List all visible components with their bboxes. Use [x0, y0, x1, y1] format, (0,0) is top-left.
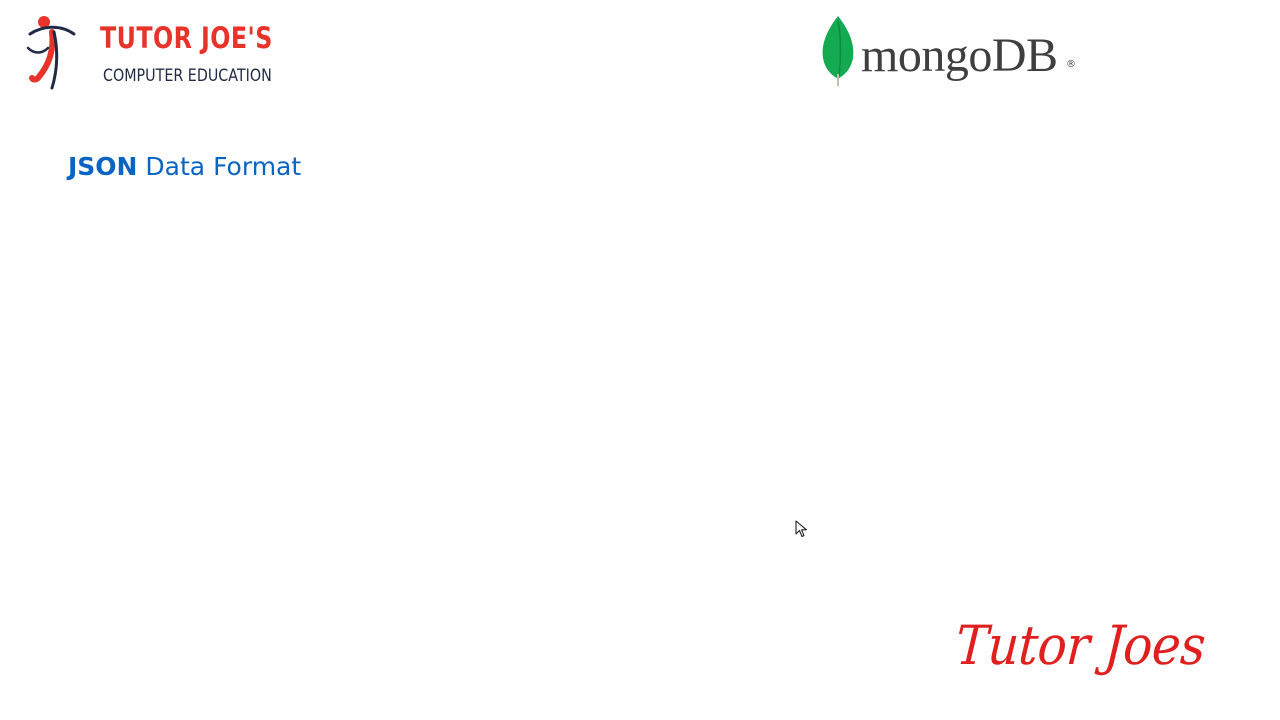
arrow-cursor-icon [795, 520, 807, 538]
brand-subtitle: COMPUTER EDUCATION [103, 66, 272, 86]
mongodb-leaf-icon [822, 16, 854, 86]
registered-mark: ® [1066, 59, 1076, 70]
brand-title: TUTOR JOE'S [100, 21, 273, 55]
heading-rest: Data Format [137, 152, 302, 181]
tutor-joes-figure-icon [26, 16, 76, 90]
heading-strong: JSON [68, 152, 138, 181]
mongodb-logo: mongoDB ® [816, 16, 1081, 88]
tutor-joes-brand: TUTOR JOE'S COMPUTER EDUCATION [24, 14, 274, 94]
tutor-joes-signature: Tutor Joes [953, 614, 1208, 677]
slide-heading: JSON Data Format [68, 150, 301, 184]
mongodb-wordmark: mongoDB [861, 29, 1058, 82]
slide: TUTOR JOE'S COMPUTER EDUCATION mongoDB ®… [0, 0, 1280, 720]
